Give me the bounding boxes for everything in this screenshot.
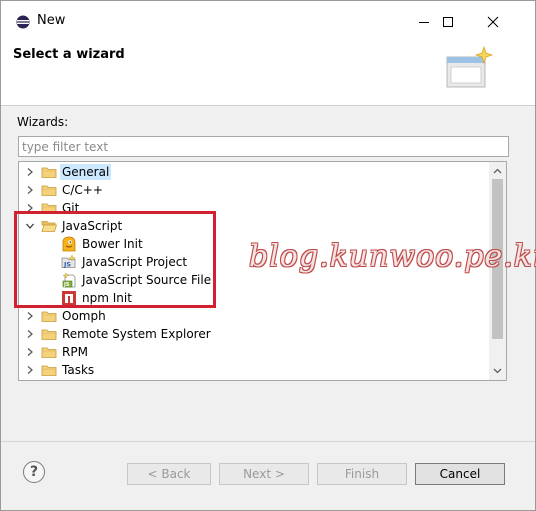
cancel-button[interactable]: Cancel <box>415 463 505 485</box>
blog-watermark: blog.kunwoo.pe.kr <box>249 239 536 274</box>
tree-item-oomph[interactable]: Oomph <box>19 307 487 325</box>
chevron-right-icon[interactable] <box>25 365 35 375</box>
finish-button[interactable]: Finish <box>317 463 407 485</box>
javascript-highlight-box <box>14 211 216 308</box>
window-title: New <box>37 13 66 28</box>
page-title: Select a wizard <box>13 47 125 62</box>
tree-item-label: General <box>60 164 112 180</box>
maximize-button[interactable] <box>425 7 471 37</box>
new-wizard-dialog: New Select a wizard Wizards: General <box>0 0 536 511</box>
tree-item-label: Oomph <box>62 309 106 323</box>
folder-icon <box>41 347 57 358</box>
chevron-right-icon[interactable] <box>25 329 35 339</box>
wizard-header: Select a wizard <box>1 41 535 106</box>
chevron-right-icon[interactable] <box>25 347 35 357</box>
chevron-right-icon[interactable] <box>25 311 35 321</box>
tree-item-tasks[interactable]: Tasks <box>19 361 487 379</box>
folder-icon <box>41 329 57 340</box>
folder-icon <box>41 167 57 178</box>
chevron-right-icon[interactable] <box>25 167 35 177</box>
tree-item-c-cpp[interactable]: C/C++ <box>19 181 487 199</box>
help-icon: ? <box>29 464 39 480</box>
scroll-down-icon[interactable] <box>492 365 503 376</box>
next-button[interactable]: Next > <box>219 463 309 485</box>
help-button[interactable]: ? <box>23 461 45 483</box>
tree-item-label: Remote System Explorer <box>62 327 211 341</box>
wizards-label: Wizards: <box>17 115 69 129</box>
tree-item-label: Tasks <box>62 363 95 377</box>
tree-item-label: RPM <box>62 345 88 359</box>
close-button[interactable] <box>470 7 516 37</box>
footer-divider <box>1 441 535 442</box>
tree-item-label: C/C++ <box>62 183 103 197</box>
filter-input[interactable] <box>18 136 509 157</box>
chevron-right-icon[interactable] <box>25 185 35 195</box>
eclipse-icon <box>16 14 30 29</box>
close-icon <box>487 16 499 28</box>
title-bar: New <box>1 1 535 41</box>
folder-icon <box>41 311 57 322</box>
folder-icon <box>41 185 57 196</box>
tree-item-general[interactable]: General <box>19 163 487 181</box>
folder-icon <box>41 365 57 376</box>
wizard-banner-icon <box>443 45 495 97</box>
maximize-icon <box>443 17 453 27</box>
tree-item-rpm[interactable]: RPM <box>19 343 487 361</box>
scroll-up-icon[interactable] <box>492 166 503 177</box>
tree-item-remote-system-explorer[interactable]: Remote System Explorer <box>19 325 487 343</box>
back-button[interactable]: < Back <box>127 463 211 485</box>
